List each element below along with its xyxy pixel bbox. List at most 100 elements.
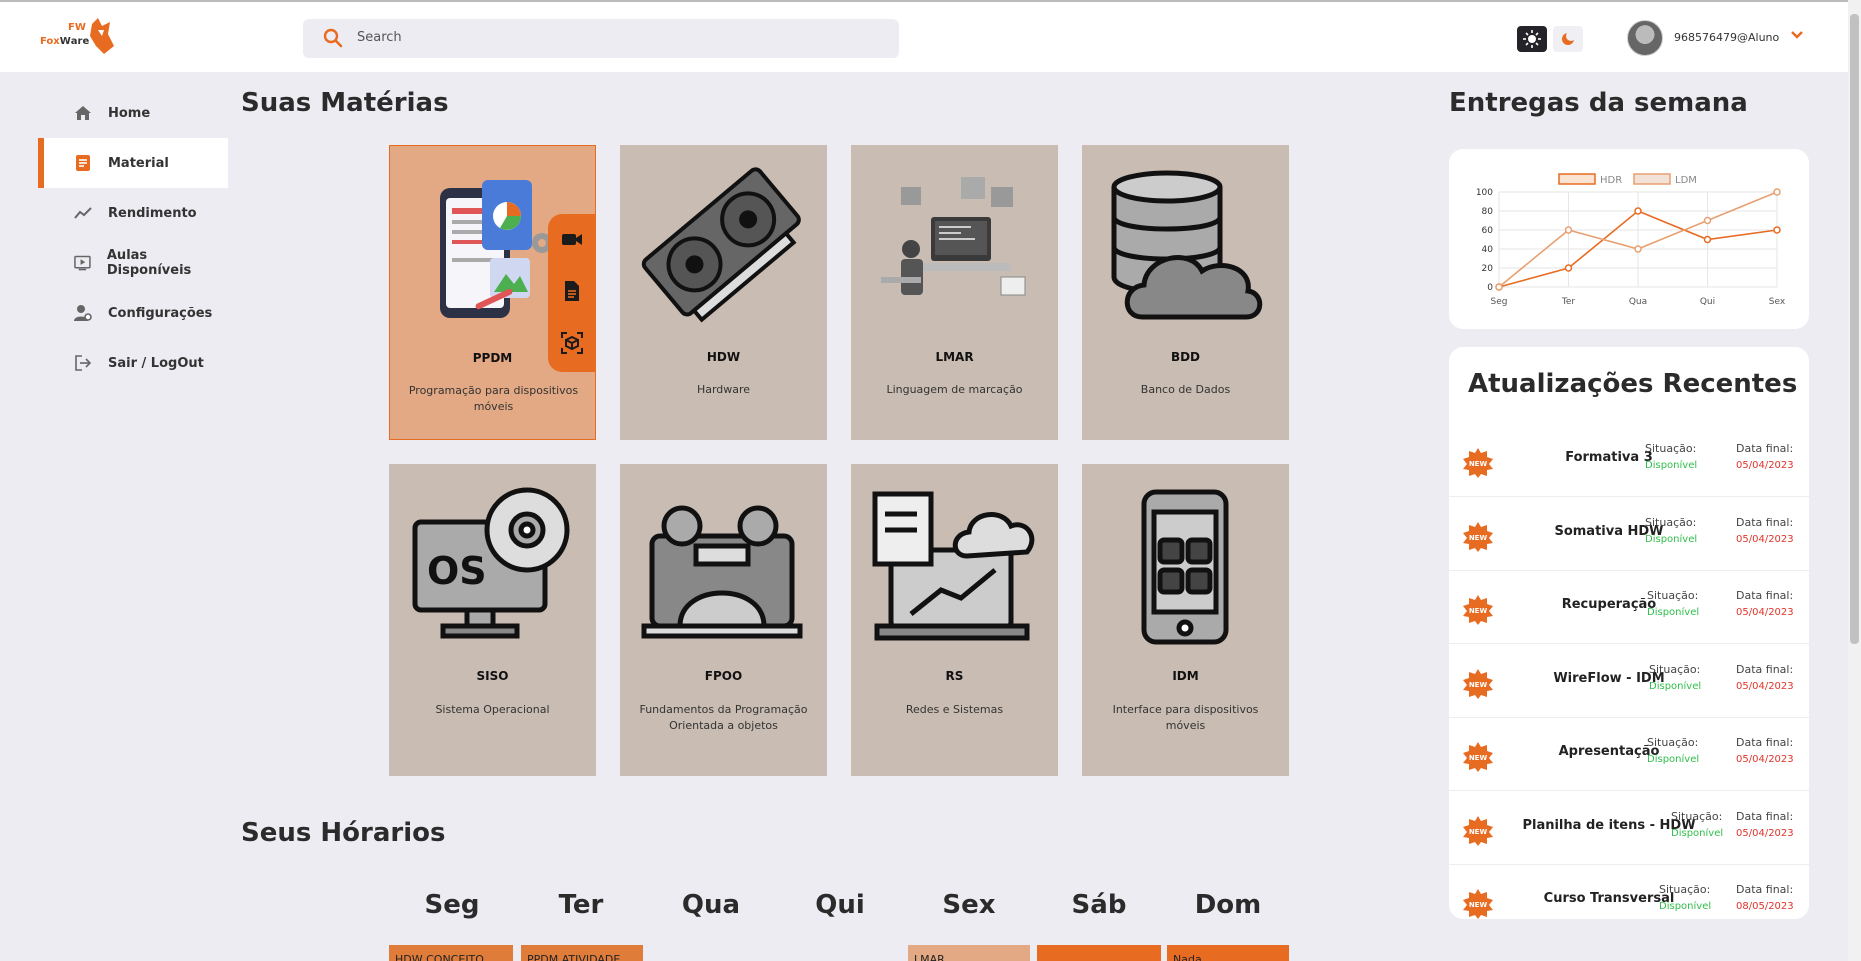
status-label: Situação:	[1649, 662, 1701, 676]
legend-swatch	[1633, 173, 1671, 185]
data-point	[1495, 283, 1503, 291]
schedule-slot-ter[interactable]: PPDM ATIVIDADE	[521, 945, 643, 961]
due-date-label: Data final:	[1736, 883, 1794, 896]
dark-mode-button[interactable]	[1553, 26, 1583, 52]
status-value: Disponível	[1645, 460, 1698, 471]
search-bar[interactable]: Search	[303, 19, 899, 58]
logout-icon	[75, 355, 92, 371]
user-name[interactable]: 968576479@Aluno	[1674, 31, 1779, 44]
update-row[interactable]: NEW Planilha de itens - HDW Situação: Dispo…	[1449, 792, 1809, 865]
schedule-slot-sex[interactable]: LMAR	[908, 945, 1030, 961]
sidebar-item-label: Sair / LogOut	[108, 355, 204, 371]
subject-description: Sistema Operacional	[435, 703, 550, 716]
new-badge-label: NEW	[1469, 607, 1488, 615]
schedule-slot-sab[interactable]	[1037, 945, 1161, 961]
new-badge-icon: NEW	[1463, 521, 1493, 552]
status-label: Situação:	[1645, 515, 1697, 529]
x-tick-label: Qui	[1700, 297, 1715, 307]
subject-card-lmar[interactable]: LMAR Linguagem de marcação	[851, 145, 1058, 440]
y-tick-label: 0	[1487, 283, 1493, 293]
svg-text:OS: OS	[427, 549, 487, 593]
document-icon[interactable]	[561, 280, 583, 302]
user-gear-icon	[74, 305, 92, 321]
scrollbar-thumb[interactable]	[1850, 14, 1859, 644]
avatar[interactable]	[1627, 20, 1663, 56]
update-row[interactable]: NEW Apresentação Situação: Disponível Data f…	[1449, 718, 1809, 791]
sidebar-item-aulas[interactable]: Aulas Disponíveis	[38, 238, 228, 288]
light-mode-button[interactable]	[1517, 26, 1547, 52]
legend-swatch	[1558, 173, 1596, 185]
developer-illustration	[881, 177, 1026, 296]
video-camera-icon[interactable]	[561, 228, 583, 250]
update-row[interactable]: NEW Formativa 3 Situação: Disponível Data fi…	[1449, 424, 1809, 497]
new-badge-icon: NEW	[1463, 742, 1493, 772]
due-date-label: Data final:	[1736, 736, 1794, 749]
sidebar-item-configuracoes[interactable]: Configurações	[38, 288, 228, 338]
logo-name: FoxWare	[40, 36, 90, 47]
theme-toggle[interactable]	[1517, 26, 1583, 52]
deliveries-title: Entregas da semana	[1449, 88, 1748, 118]
new-badge-label: NEW	[1469, 534, 1488, 542]
subject-card-siso[interactable]: OS SISO Sistema Operacional	[389, 464, 596, 776]
status-value: Disponível	[1645, 533, 1698, 545]
due-date-value: 05/04/2023	[1736, 827, 1794, 839]
new-badge-label: NEW	[1469, 754, 1488, 762]
status-value: Disponível	[1671, 827, 1724, 839]
sidebar-item-label: Configurações	[108, 305, 213, 321]
logo-fw: FW	[68, 22, 86, 33]
update-row[interactable]: NEW WireFlow - IDM Situação: Disponível Data…	[1449, 645, 1809, 718]
foxware-logo[interactable]: FW FoxWare	[40, 16, 120, 60]
data-point	[1773, 226, 1781, 234]
subject-card-fpoo[interactable]: FPOO Fundamentos da Programação Orientad…	[620, 464, 827, 776]
sidebar-item-logout[interactable]: Sair / LogOut	[38, 338, 228, 388]
due-date-label: Data final:	[1736, 809, 1794, 823]
new-badge-icon: NEW	[1463, 815, 1493, 846]
update-row[interactable]: NEW Somativa HDW Situação: Disponível Data f…	[1449, 498, 1809, 571]
data-point	[1564, 264, 1573, 272]
update-row[interactable]: NEW Recuperação Situação: Disponível Data fi…	[1449, 571, 1809, 644]
sidebar-item-rendimento[interactable]: Rendimento	[38, 188, 228, 238]
sidebar-item-label: Aulas Disponíveis	[106, 248, 192, 278]
sun-icon	[1523, 30, 1541, 48]
document-icon	[76, 155, 90, 171]
subjects-title: Suas Matérias	[241, 88, 449, 118]
page-scrollbar[interactable]	[1848, 0, 1861, 961]
subject-code: SISO	[476, 669, 509, 683]
new-badge-icon: NEW	[1463, 889, 1493, 919]
sidebar-item-home[interactable]: Home	[38, 88, 228, 138]
operating-system-illustration: OS	[412, 487, 570, 639]
subject-description: Linguagem de marcação	[886, 383, 1023, 396]
subject-card-idm[interactable]: IDM Interface para dispositivos móveis	[1082, 464, 1289, 776]
sidebar-item-material[interactable]: Material	[38, 138, 228, 188]
subject-code: IDM	[1172, 669, 1199, 683]
x-tick-label: Qua	[1629, 297, 1647, 307]
moon-icon	[1562, 31, 1576, 45]
y-tick-label: 40	[1482, 245, 1494, 255]
cube-scan-icon[interactable]	[561, 332, 583, 354]
legend-label: HDR	[1600, 175, 1622, 186]
new-badge-icon: NEW	[1463, 448, 1493, 478]
new-badge-icon: NEW	[1463, 668, 1493, 699]
subject-code: BDD	[1170, 350, 1201, 364]
data-point	[1773, 188, 1781, 196]
subject-card-rs[interactable]: RS Redes e Sistemas	[851, 464, 1058, 776]
subject-card-bdd[interactable]: BDD Banco de Dados	[1082, 145, 1289, 440]
data-point	[1634, 207, 1642, 215]
due-date-value: 05/04/2023	[1736, 607, 1794, 618]
status-label: Situação:	[1671, 809, 1723, 823]
search-input[interactable]: Search	[357, 30, 402, 45]
chevron-down-icon[interactable]	[1789, 28, 1805, 42]
schedule-title: Seus Hórarios	[241, 818, 446, 848]
deliveries-chart-panel: 0 20 40 60 80 100 Seg Ter Qua Qui Sex HDR LDM	[1449, 149, 1809, 329]
new-badge-icon: NEW	[1463, 595, 1493, 625]
subject-card-hdw[interactable]: HDW Hardware	[620, 145, 827, 440]
update-row[interactable]: NEW Curso Transversal Situação: Disponível D…	[1449, 865, 1809, 938]
sidebar-item-label: Material	[108, 155, 169, 171]
data-point	[1703, 235, 1712, 244]
network-systems-illustration	[872, 491, 1035, 641]
programming-gears-illustration	[641, 505, 803, 639]
subject-description: Programação para dispositivos móveis	[408, 384, 579, 413]
schedule-slot-dom[interactable]: Nada	[1167, 945, 1289, 961]
schedule-slot-seg[interactable]: HDW CONCEITO	[389, 945, 513, 961]
subject-code: FPOO	[704, 669, 743, 683]
